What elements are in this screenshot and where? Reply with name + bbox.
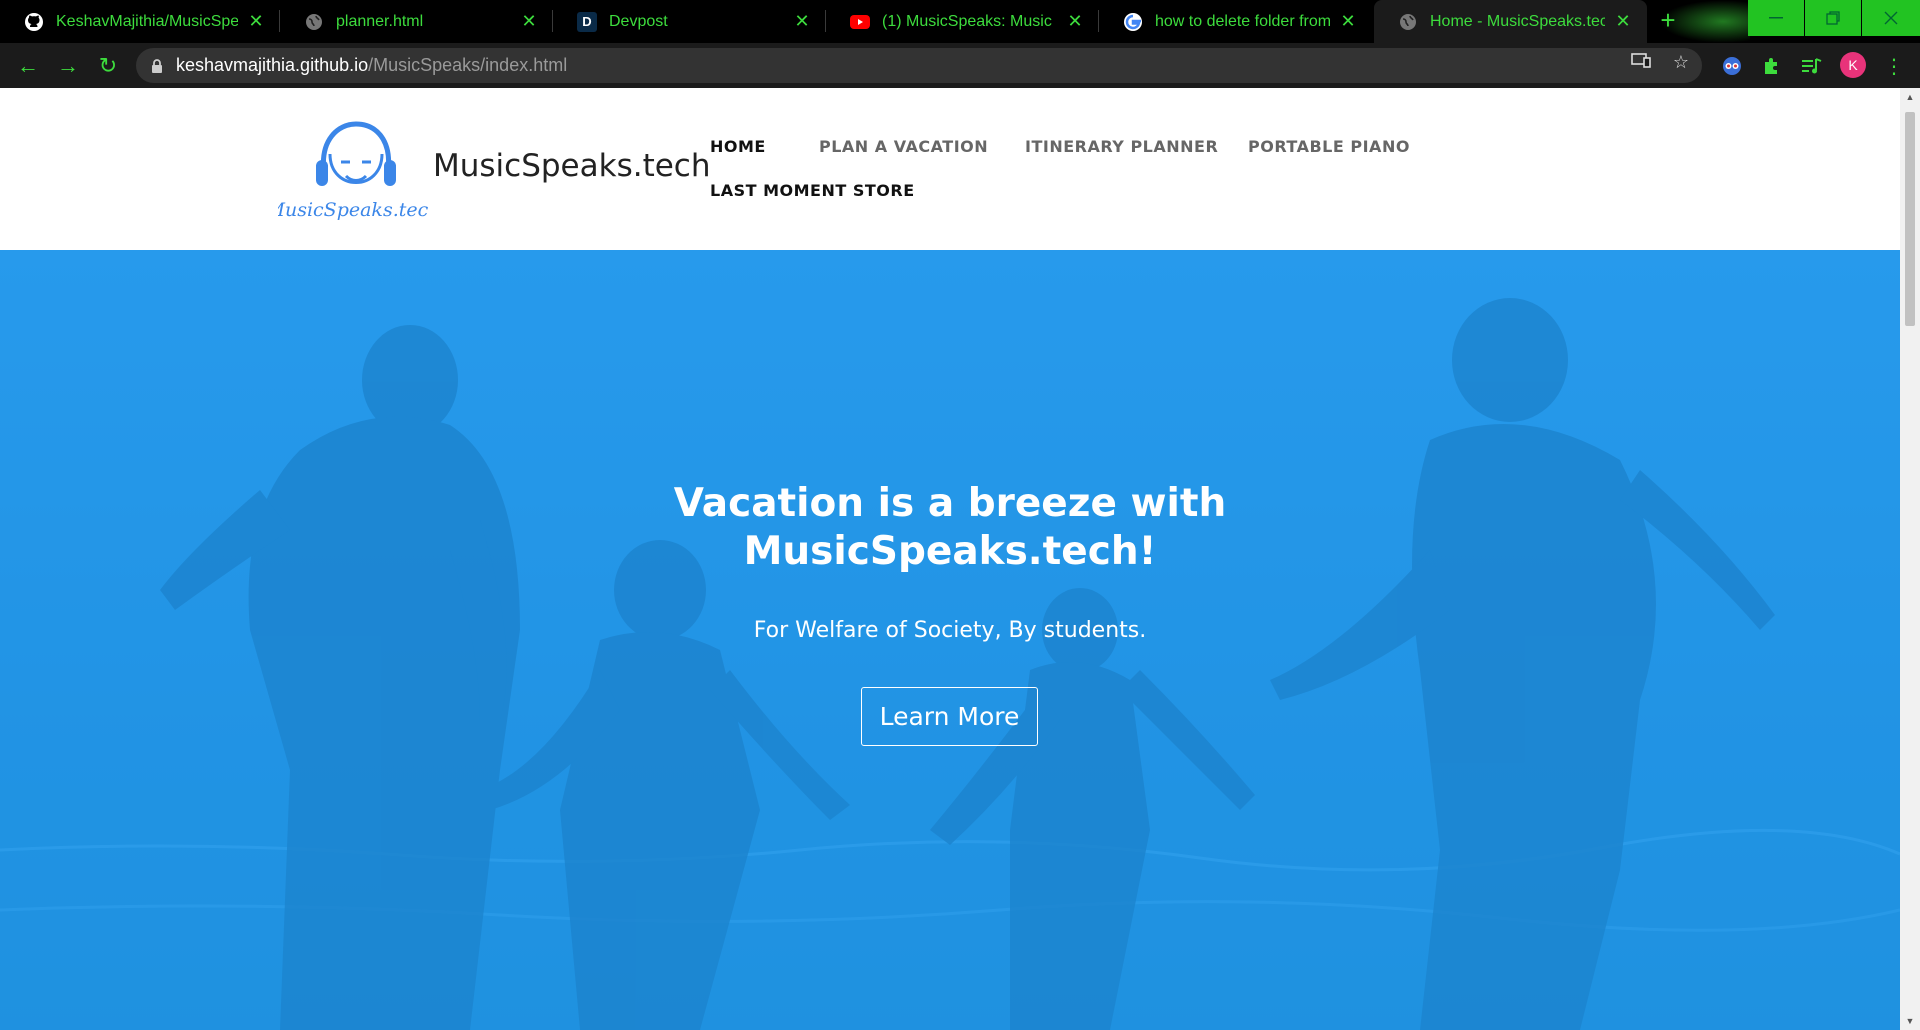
nav-last-moment-store[interactable]: LAST MOMENT STORE [710,181,915,200]
close-window-button[interactable] [1862,0,1920,36]
forward-arrow-icon[interactable]: → [54,52,82,80]
lock-icon [152,58,162,73]
extension-glasses-icon[interactable] [1720,54,1744,78]
tab-title: (1) MusicSpeaks: Music Speaks [882,12,1057,30]
media-playlist-icon[interactable] [1800,54,1824,78]
minimize-button[interactable] [1748,0,1804,36]
logo-text: MusicSpeaks.tech [278,199,428,221]
nav-itinerary-planner[interactable]: ITINERARY PLANNER [1025,137,1218,156]
nav-portable-piano[interactable]: PORTABLE PIANO [1248,137,1410,156]
learn-more-button[interactable]: Learn More [861,687,1038,746]
hero-subtitle: For Welfare of Society, By students. [753,618,1147,643]
browser-tab-strip: KeshavMajithia/MusicSpeaks ✕ planner.htm… [0,0,1920,43]
scroll-up-arrow-icon[interactable]: ▲ [1900,88,1920,106]
close-icon[interactable]: ✕ [1613,11,1633,32]
restore-button[interactable] [1805,0,1861,36]
web-page: MusicSpeaks.tech MusicSpeaks.tech HOME P… [0,88,1900,1030]
menu-dots-icon[interactable]: ⋮ [1882,54,1906,78]
site-brand[interactable]: MusicSpeaks.tech [433,148,711,184]
globe-icon [304,12,324,32]
new-tab-button[interactable]: + [1652,6,1684,36]
hero-title-line1: Vacation is a breeze with [673,481,1227,526]
close-icon[interactable]: ✕ [1338,11,1358,32]
tab-home-musicspeaks[interactable]: Home - MusicSpeaks.tech ✕ [1374,0,1647,43]
tab-title: how to delete folder from github [1155,12,1330,30]
profile-avatar[interactable]: K [1840,52,1866,78]
musicspeaks-logo[interactable]: MusicSpeaks.tech [278,114,428,224]
tab-google[interactable]: how to delete folder from github ✕ [1099,0,1372,43]
nav-plan-a-vacation[interactable]: PLAN A VACATION [819,137,988,156]
cast-icon[interactable] [1630,51,1652,73]
bookmark-star-icon[interactable]: ☆ [1670,51,1692,73]
scroll-down-arrow-icon[interactable]: ▼ [1900,1012,1920,1030]
close-icon[interactable]: ✕ [246,11,266,32]
close-icon[interactable]: ✕ [519,11,539,32]
devpost-icon: D [577,11,597,32]
browser-toolbar: ← → ↻ keshavmajithia.github.io/MusicSpea… [0,43,1920,88]
hero-section: Vacation is a breeze with MusicSpeaks.te… [0,250,1900,1030]
scrollbar-thumb[interactable] [1905,112,1915,326]
google-icon [1123,12,1143,32]
close-icon[interactable]: ✕ [1065,11,1085,32]
hero-title: Vacation is a breeze with MusicSpeaks.te… [0,480,1900,576]
url-host: keshavmajithia.github.io [176,55,369,75]
github-icon [24,12,44,32]
tab-title: planner.html [336,12,424,30]
tab-github[interactable]: KeshavMajithia/MusicSpeaks ✕ [0,0,280,43]
url-path: /MusicSpeaks/index.html [368,55,568,75]
tab-title: Devpost [609,12,668,30]
back-arrow-icon[interactable]: ← [14,52,42,80]
extensions-puzzle-icon[interactable] [1760,54,1784,78]
tab-planner[interactable]: planner.html ✕ [280,0,553,43]
youtube-icon [850,12,870,32]
nav-home[interactable]: HOME [710,137,766,156]
globe-icon [1398,12,1418,32]
page-scrollbar[interactable]: ▲ ▼ [1900,88,1920,1030]
tab-youtube[interactable]: (1) MusicSpeaks: Music Speaks ✕ [826,0,1099,43]
site-header: MusicSpeaks.tech MusicSpeaks.tech HOME P… [0,88,1900,250]
reload-icon[interactable]: ↻ [94,52,122,80]
tab-title: Home - MusicSpeaks.tech [1430,12,1605,30]
address-bar[interactable]: keshavmajithia.github.io/MusicSpeaks/ind… [136,48,1702,83]
tab-title: KeshavMajithia/MusicSpeaks [56,12,238,30]
close-icon[interactable]: ✕ [792,11,812,32]
hero-title-line2: MusicSpeaks.tech! [743,529,1157,574]
tab-devpost[interactable]: D Devpost ✕ [553,0,826,43]
